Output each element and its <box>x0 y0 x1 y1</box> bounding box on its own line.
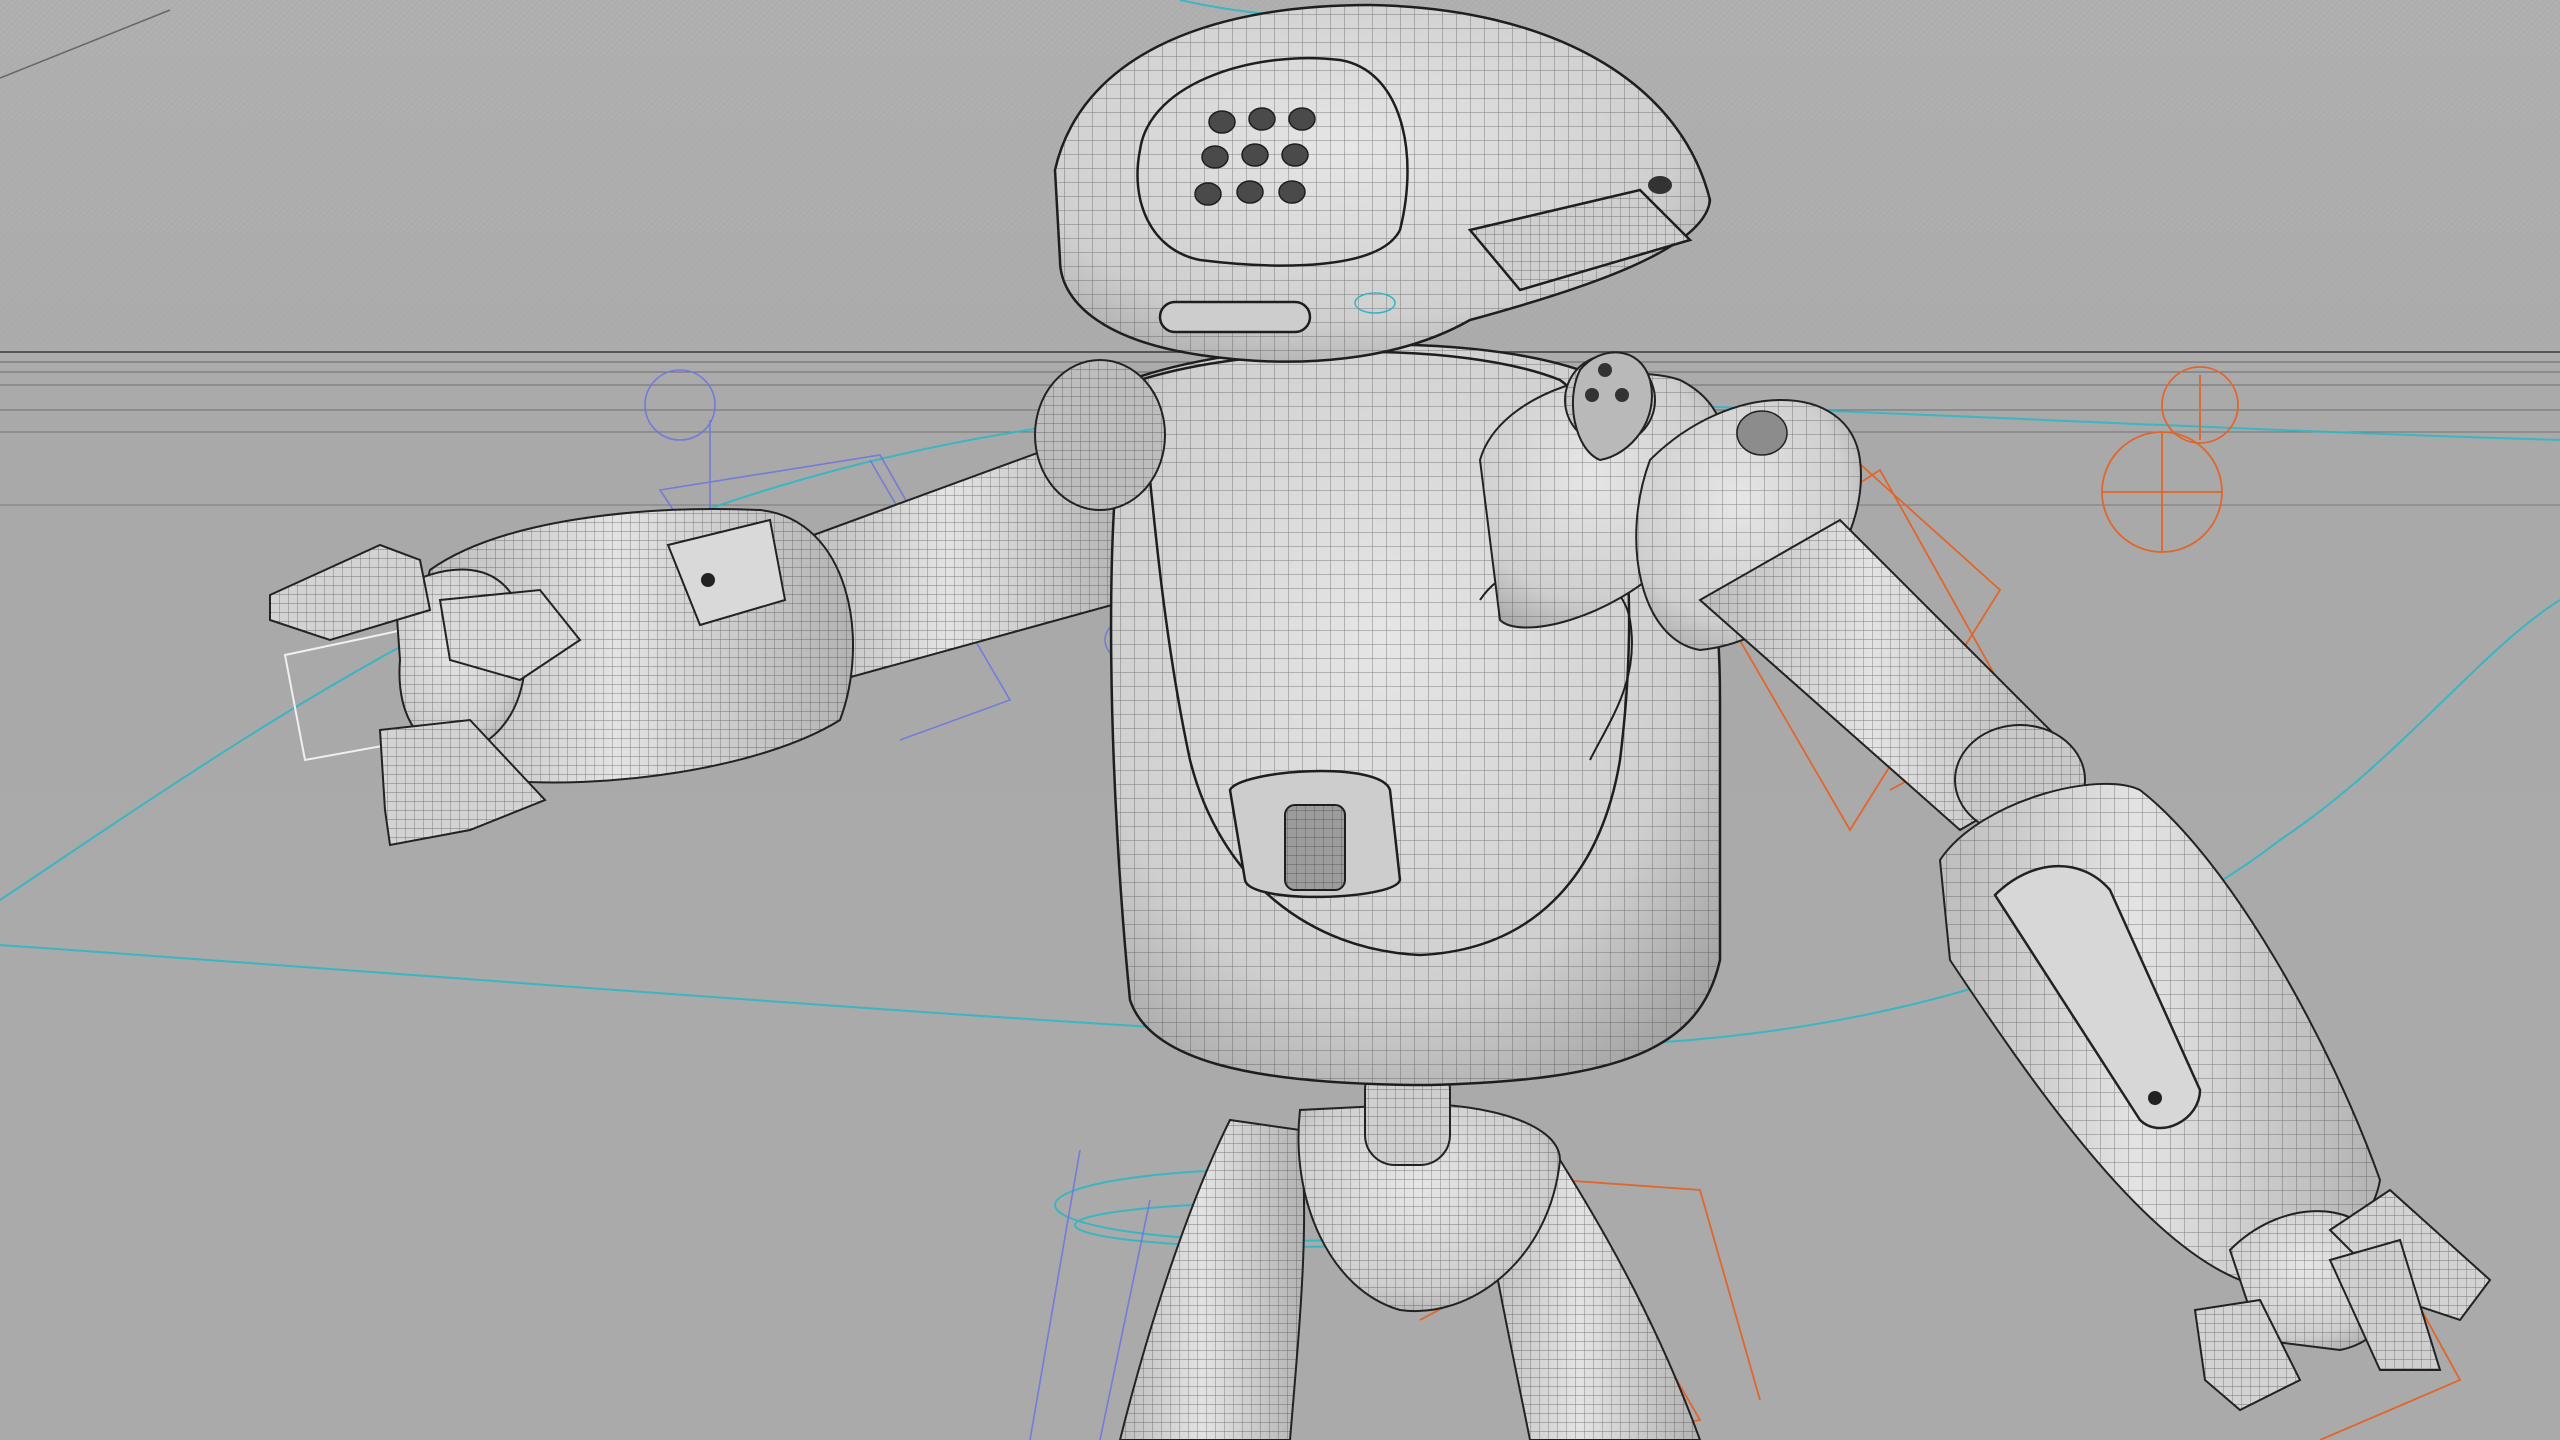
right-forearm[interactable] <box>1938 782 2382 1283</box>
3d-viewport[interactable] <box>0 0 2560 1440</box>
head-vent-holes <box>1194 107 1316 206</box>
viewport-canvas[interactable] <box>0 0 2560 1440</box>
left-shoulder[interactable] <box>1034 359 1166 511</box>
left-leg[interactable] <box>1118 1118 1306 1440</box>
